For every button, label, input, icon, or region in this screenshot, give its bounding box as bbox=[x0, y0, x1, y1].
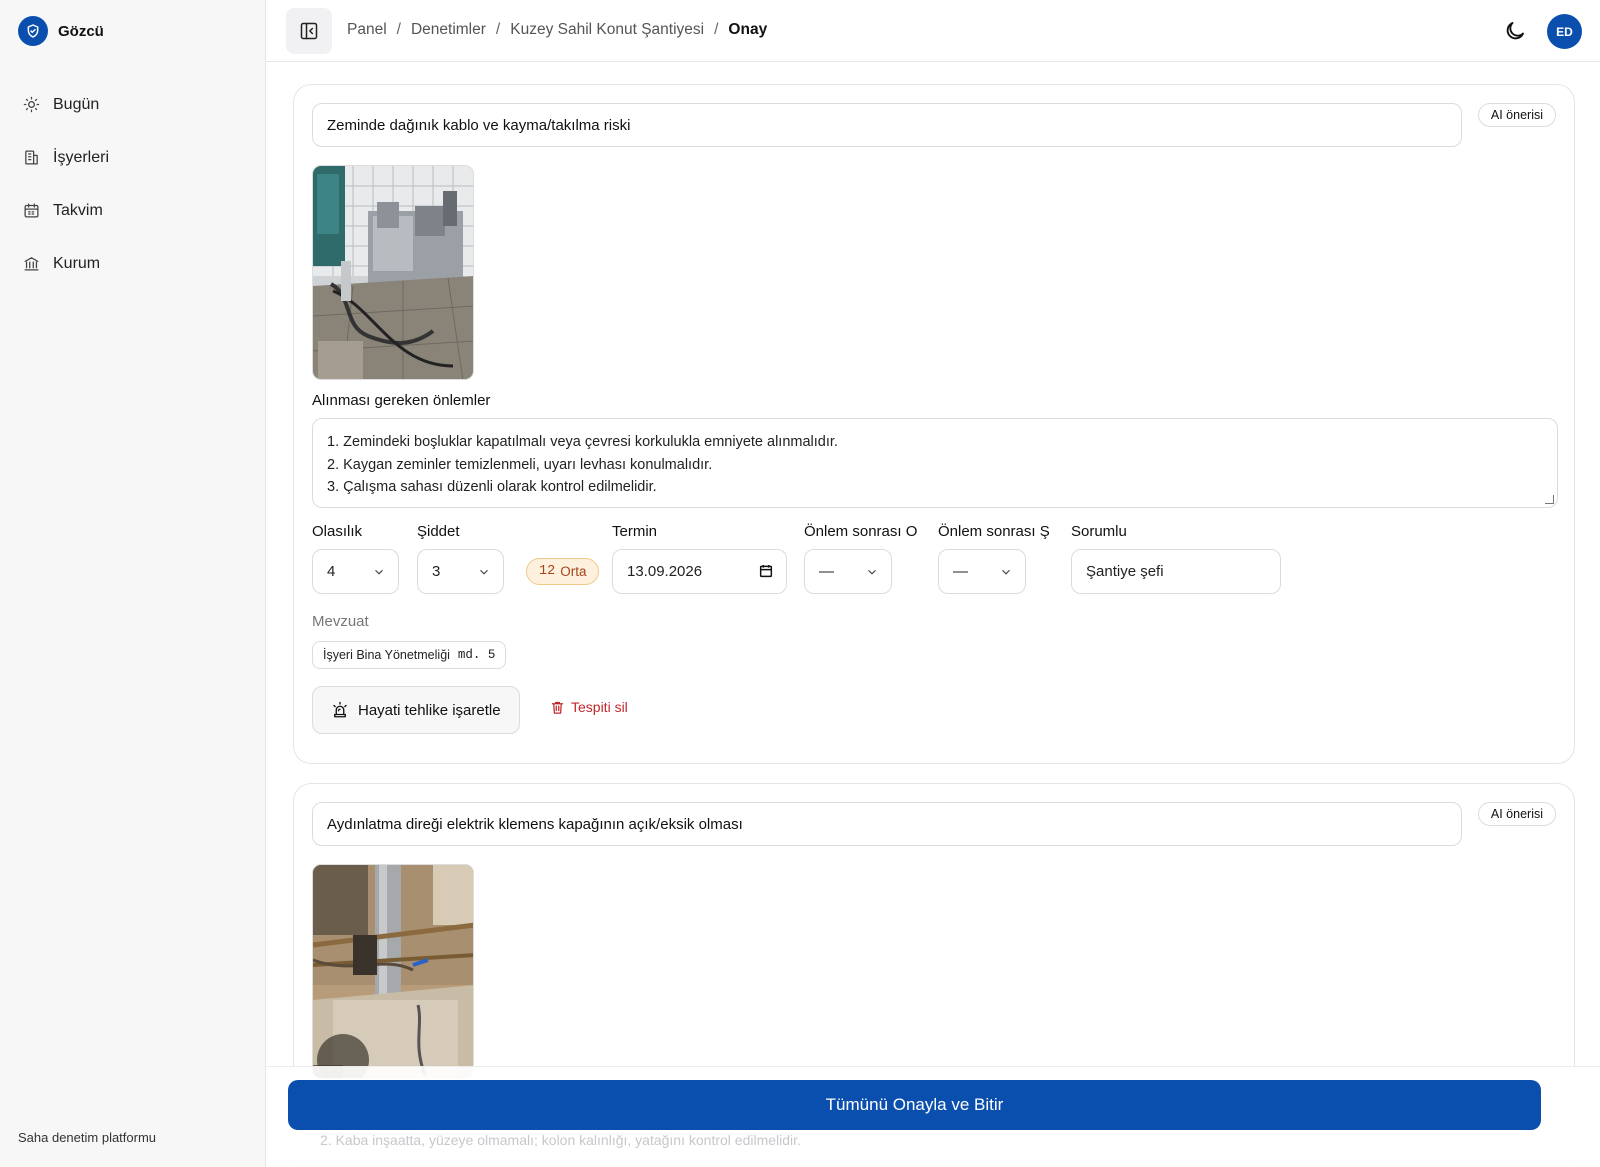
sidebar-item-kurum[interactable]: Kurum bbox=[0, 237, 266, 290]
chevron-down-icon bbox=[480, 569, 488, 575]
finding-title-input[interactable]: Zeminde dağınık kablo ve kayma/takılma r… bbox=[312, 103, 1462, 147]
siddet-select[interactable]: 3 bbox=[417, 549, 504, 594]
breadcrumb-separator: / bbox=[495, 21, 501, 38]
breadcrumb: Panel / Denetimler / Kuzey Sahil Konut Ş… bbox=[347, 21, 767, 39]
mevzuat-chip[interactable]: İşyeri Bina Yönetmeliği md. 5 bbox=[312, 641, 507, 669]
building-icon bbox=[22, 149, 40, 167]
mevzuat-name: İşyeri Bina Yönetmeliği bbox=[323, 648, 450, 662]
brand[interactable]: Gözcü bbox=[18, 16, 104, 46]
sidebar-footer-text: Saha denetim platformu bbox=[18, 1130, 157, 1145]
breadcrumb-separator: / bbox=[396, 21, 401, 38]
onlem-sonrasi-o-value: — bbox=[819, 563, 834, 580]
sorumlu-value: Şantiye şefi bbox=[1086, 563, 1164, 580]
onlem-sonrasi-s-label: Önlem sonrası Ş bbox=[938, 523, 1050, 540]
termin-value: 13.09.2026 bbox=[627, 563, 703, 580]
siddet-label: Şiddet bbox=[417, 523, 460, 540]
sidebar-nav: Bugün İşyerleri Takvim Kurum bbox=[0, 78, 266, 290]
sidebar-item-takvim[interactable]: Takvim bbox=[0, 184, 266, 237]
sidebar-item-label: Takvim bbox=[53, 201, 103, 219]
olasilik-select[interactable]: 4 bbox=[312, 549, 399, 594]
measures-label: Alınması gereken önlemler bbox=[312, 392, 491, 409]
risk-score: 12 bbox=[539, 564, 556, 579]
breadcrumb-separator: / bbox=[714, 21, 719, 38]
avatar[interactable]: ED bbox=[1547, 14, 1582, 49]
finding-photo[interactable] bbox=[312, 165, 474, 380]
panel-left-icon bbox=[300, 22, 318, 40]
sidebar-item-label: Kurum bbox=[53, 254, 101, 272]
measures-textarea[interactable]: 1. Zemindeki boşluklar kapatılmalı veya … bbox=[312, 418, 1558, 508]
risk-score-badge: 12 Orta bbox=[526, 558, 600, 585]
delete-finding-button[interactable]: Tespiti sil bbox=[550, 699, 628, 715]
chevron-down-icon bbox=[868, 569, 876, 575]
mevzuat-article: md. 5 bbox=[457, 648, 496, 662]
siddet-value: 3 bbox=[432, 563, 441, 580]
mark-life-danger-label: Hayati tehlike işaretle bbox=[358, 701, 501, 719]
calendar-icon[interactable] bbox=[758, 563, 774, 579]
resize-handle-icon[interactable] bbox=[1545, 495, 1554, 504]
chevron-down-icon bbox=[1002, 569, 1010, 575]
trash-icon bbox=[551, 701, 564, 714]
mevzuat-label: Mevzuat bbox=[312, 613, 369, 630]
olasilik-value: 4 bbox=[327, 563, 336, 580]
olasilik-label: Olasılık bbox=[312, 523, 363, 540]
sidebar-item-label: Bugün bbox=[53, 95, 100, 113]
shield-check-icon bbox=[18, 16, 48, 46]
delete-finding-label: Tespiti sil bbox=[571, 699, 628, 715]
mark-life-danger-button[interactable]: Hayati tehlike işaretle bbox=[312, 686, 520, 734]
onlem-sonrasi-o-select[interactable]: — bbox=[804, 549, 892, 594]
siren-icon bbox=[333, 701, 347, 718]
calendar-icon bbox=[22, 202, 40, 220]
measure-line: 2. Kaygan zeminler temizlenmeli, uyarı l… bbox=[327, 456, 713, 473]
faded-measure-text: 2. Kaba inşaatta, yüzeye olmamalı; kolon… bbox=[320, 1132, 801, 1148]
termin-label: Termin bbox=[612, 523, 658, 540]
measure-line: 1. Zemindeki boşluklar kapatılmalı veya … bbox=[327, 434, 838, 450]
breadcrumb-site[interactable]: Kuzey Sahil Konut Şantiyesi bbox=[510, 21, 704, 39]
onlem-sonrasi-s-select[interactable]: — bbox=[938, 549, 1026, 594]
confirm-all-button[interactable]: Tümünü Onayla ve Bitir bbox=[288, 1080, 1541, 1130]
top-header: Panel / Denetimler / Kuzey Sahil Konut Ş… bbox=[266, 0, 1600, 62]
sorumlu-label: Sorumlu bbox=[1071, 523, 1127, 540]
breadcrumb-denetimler[interactable]: Denetimler bbox=[411, 21, 486, 39]
onlem-sonrasi-o-label: Önlem sonrası O bbox=[804, 523, 918, 540]
breadcrumb-current: Onay bbox=[728, 21, 768, 38]
finding-title-input[interactable]: Aydınlatma direği elektrik klemens kapağ… bbox=[312, 802, 1462, 846]
sorumlu-input[interactable]: Şantiye şefi bbox=[1071, 549, 1281, 594]
institution-icon bbox=[22, 255, 40, 273]
main-content: Zeminde dağınık kablo ve kayma/takılma r… bbox=[266, 62, 1600, 1167]
sidebar-item-bugun[interactable]: Bugün bbox=[0, 78, 266, 131]
brand-name: Gözcü bbox=[58, 22, 104, 40]
ai-suggestion-button[interactable]: AI önerisi bbox=[1477, 103, 1556, 127]
onlem-sonrasi-s-value: — bbox=[953, 563, 968, 580]
sidebar-item-label: İşyerleri bbox=[53, 148, 110, 166]
ai-suggestion-button[interactable]: AI önerisi bbox=[1477, 802, 1556, 826]
sun-icon bbox=[22, 96, 40, 114]
termin-date-input[interactable]: 13.09.2026 bbox=[612, 549, 787, 594]
measure-line: 3. Çalışma sahası düzenli olarak kontrol… bbox=[327, 479, 657, 495]
chevron-down-icon bbox=[375, 569, 383, 575]
risk-level: Orta bbox=[560, 564, 587, 579]
sidebar-item-isyerleri[interactable]: İşyerleri bbox=[0, 131, 266, 184]
sidebar: Gözcü Bugün İşyerleri Takvim Kurum Saha … bbox=[0, 0, 266, 1167]
sidebar-toggle-button[interactable] bbox=[286, 8, 332, 54]
breadcrumb-panel[interactable]: Panel bbox=[347, 21, 387, 39]
theme-toggle-moon-icon[interactable] bbox=[1503, 19, 1527, 43]
finding-photo[interactable] bbox=[312, 864, 474, 1079]
finding-card: Zeminde dağınık kablo ve kayma/takılma r… bbox=[293, 84, 1575, 764]
